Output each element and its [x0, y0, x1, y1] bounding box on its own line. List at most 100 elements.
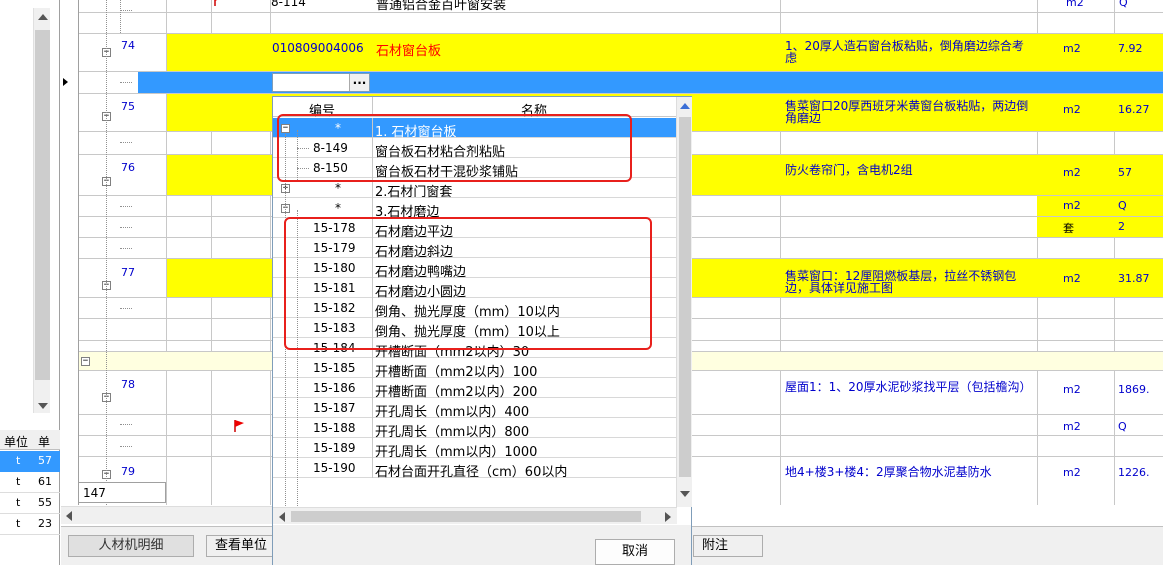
main-hscrollbar[interactable] [61, 506, 272, 524]
tab-note[interactable]: 附注 [693, 535, 763, 557]
scroll-right-icon[interactable] [665, 512, 671, 522]
row-unit: m2 [1063, 272, 1081, 285]
tab-label: 附注 [702, 538, 729, 553]
popup-row-code: 15-186 [313, 381, 356, 395]
left-header-unit2: 单 [38, 435, 51, 449]
row-desc: 售菜窗口：12厘阻燃板基层，拉丝不锈钢包边，具体详见施工图 [785, 269, 1017, 295]
row-qty: 2 [1118, 220, 1125, 233]
popup-hscrollbar[interactable] [273, 507, 677, 524]
popup-row-name: 石材台面开孔直径（cm）60以内 [375, 465, 568, 480]
left-panel-scrollbar[interactable] [33, 8, 50, 413]
popup-row[interactable]: 15-186 开槽断面（mm2以内）200 [273, 378, 677, 400]
scroll-left-icon[interactable] [279, 512, 285, 522]
row-number: 77 [121, 266, 135, 279]
annotation-box-1 [277, 114, 632, 182]
row-unit: m2 [1063, 103, 1081, 116]
grid-row-sub-set[interactable] [1037, 217, 1163, 237]
popup-row-code: 15-187 [313, 401, 356, 415]
row-unit: 套 [1063, 222, 1074, 235]
row-desc: 地4+楼3+楼4：2厚聚合物水泥基防水 [785, 465, 992, 479]
popup-row[interactable]: 15-190 石材台面开孔直径（cm）60以内 [273, 458, 677, 480]
row-unit: m2 [1063, 42, 1081, 55]
flag-icon [233, 420, 245, 432]
row-desc: 售菜窗口20厚西班牙米黄窗台板粘贴，两边倒角磨边 [785, 99, 1029, 125]
popup-row-code: 15-188 [313, 421, 356, 435]
row-qty: 31.87 [1118, 272, 1150, 285]
row-name: 石材窗台板 [376, 44, 442, 59]
popup-row[interactable]: 15-189 开孔周长（mm以内）1000 [273, 438, 677, 460]
row-number-input[interactable]: 147 [78, 482, 166, 503]
popup-row[interactable]: 15-188 开孔周长（mm以内）800 [273, 418, 677, 440]
flag-icon [213, 0, 225, 6]
scroll-left-icon[interactable] [66, 511, 72, 521]
row-desc: 防火卷帘门，含电机2组 [785, 163, 913, 177]
grid-row-sub-m2[interactable] [1037, 196, 1163, 216]
scroll-up-icon[interactable] [38, 14, 48, 20]
left-row-3[interactable]: t 23 [0, 514, 60, 535]
row-code: 8-114 [271, 0, 306, 9]
row-qty: 1869. [1118, 383, 1150, 396]
left-table-header: 单位 单 [0, 430, 60, 450]
popup-row-code: 15-189 [313, 441, 356, 455]
row-desc: 屋面1：1、20厚水泥砂浆找平层（包括檐沟） [785, 380, 1032, 394]
popup-row[interactable]: 15-187 开孔周长（mm以内）400 [273, 398, 677, 420]
annotation-box-2 [284, 217, 652, 350]
left-row-value: 55 [38, 496, 52, 509]
row-qty: Q [1119, 0, 1128, 9]
row-qty: Q [1118, 199, 1127, 212]
row-number: 78 [121, 378, 135, 391]
left-row-value: 61 [38, 475, 52, 488]
tab-label: 人材机明细 [98, 538, 164, 553]
popup-row[interactable]: − * 3.石材磨边 [273, 198, 677, 220]
row-number: 76 [121, 161, 135, 174]
left-row-0[interactable]: t 57 [0, 451, 60, 472]
cancel-button[interactable]: 取消 [595, 539, 675, 565]
left-row-unit: t [16, 475, 21, 488]
row-qty: 57 [1118, 166, 1132, 179]
row-unit: m2 [1063, 420, 1081, 433]
left-header-unit: 单位 [4, 435, 29, 449]
left-panel: 单位 单 t 57 t 61 t 55 t 23 [0, 0, 60, 565]
scroll-down-icon[interactable] [680, 491, 690, 497]
left-row-value: 23 [38, 517, 52, 530]
row-unit: m2 [1063, 199, 1081, 212]
collapse-icon[interactable]: − [81, 357, 90, 366]
row-name: 普通铝合金百叶窗安装 [376, 0, 507, 13]
left-row-unit: t [16, 517, 21, 530]
popup-row-code: 15-185 [313, 361, 356, 375]
left-row-1[interactable]: t 61 [0, 472, 60, 493]
row-unit: m2 [1063, 466, 1081, 479]
row-number: 74 [121, 39, 135, 52]
left-row-value: 57 [38, 454, 52, 467]
row-unit: m2 [1063, 166, 1081, 179]
scroll-thumb[interactable] [679, 117, 691, 477]
scroll-down-icon[interactable] [38, 403, 48, 409]
left-row-unit: t [16, 496, 21, 509]
code-input-cell[interactable]: ... [272, 73, 370, 92]
tab-labor-material-detail[interactable]: 人材机明细 [68, 535, 194, 557]
row-desc: 1、20厚人造石窗台板粘贴，倒角磨边综合考虑 [785, 39, 1024, 65]
grid-row-8-114[interactable]: 8-114 普通铝合金百叶窗安装 m2 Q [79, 0, 1163, 13]
ellipsis-label: ... [352, 73, 367, 87]
row-code: 010809004006 [272, 41, 364, 55]
row-number: 79 [121, 465, 135, 478]
row-unit: m2 [1066, 0, 1084, 9]
cancel-label: 取消 [621, 544, 648, 559]
scroll-up-icon[interactable] [680, 103, 690, 109]
tab-label: 查看单位 [214, 538, 267, 553]
row-qty: 1226. [1118, 466, 1150, 479]
row-number: 75 [121, 100, 135, 113]
row-qty: 16.27 [1118, 103, 1150, 116]
popup-row-code: * [335, 201, 341, 215]
popup-row[interactable]: 15-185 开槽断面（mm2以内）100 [273, 358, 677, 380]
scroll-thumb[interactable] [35, 30, 50, 380]
scroll-thumb[interactable] [291, 511, 641, 522]
popup-vscrollbar[interactable] [676, 97, 692, 507]
ellipsis-button[interactable]: ... [349, 74, 369, 91]
popup-row-code: 15-190 [313, 461, 356, 475]
row-qty: 7.92 [1118, 42, 1143, 55]
row-indicator-icon [63, 78, 68, 86]
tab-view-unit[interactable]: 查看单位 [206, 535, 276, 557]
popup-row-code: * [335, 181, 341, 195]
left-row-2[interactable]: t 55 [0, 493, 60, 514]
